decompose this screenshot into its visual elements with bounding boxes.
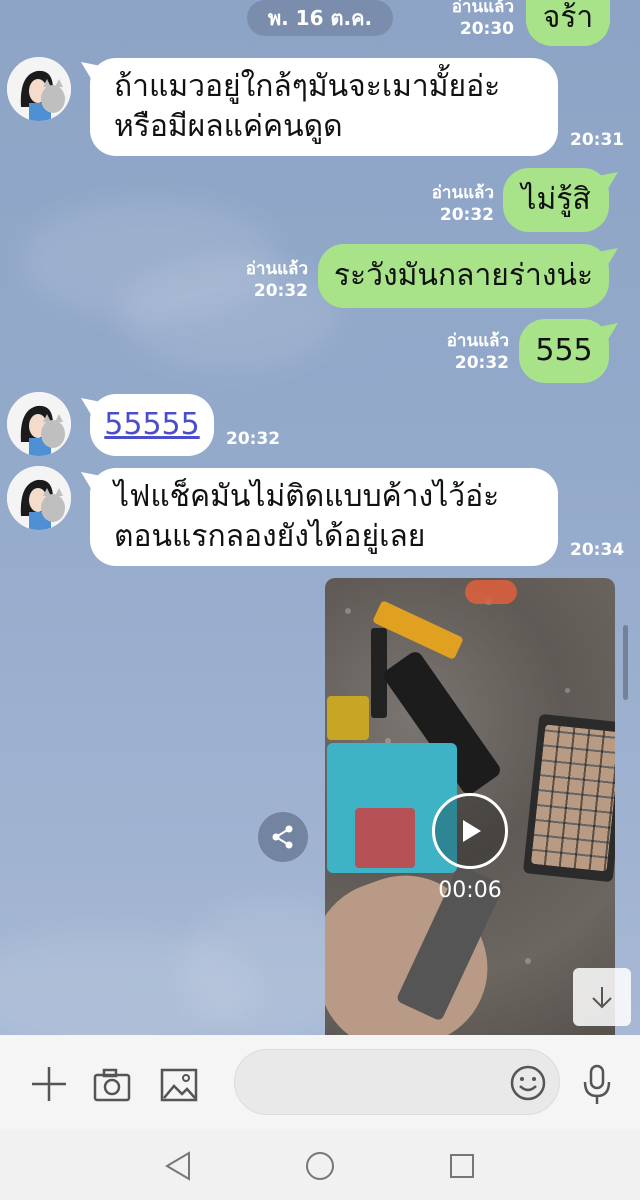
message-bubble-incoming[interactable]: ถ้าแมวอยู่ใกล้ๆมันจะเมามั้ยอ่ะ หรือมีผลแ… <box>90 58 558 156</box>
avatar[interactable] <box>7 466 71 530</box>
microphone-button[interactable] <box>578 1063 616 1107</box>
message-text: ไฟแช็คมันไม่ติดแบบค้างไว้อ่ะ <box>114 479 500 514</box>
nav-home-icon <box>306 1152 334 1180</box>
scroll-to-bottom-button[interactable] <box>573 968 631 1026</box>
arrow-down-icon <box>592 987 612 1009</box>
nav-back-icon <box>165 1151 190 1181</box>
image-icon <box>160 1068 198 1102</box>
message-text: ไม่รู้สิ <box>521 182 591 217</box>
date-divider: พ. 16 ต.ค. <box>247 0 393 36</box>
share-button[interactable] <box>258 812 308 862</box>
gallery-button[interactable] <box>158 1065 200 1105</box>
message-time: 20:32 <box>226 429 281 449</box>
microphone-icon <box>583 1064 611 1104</box>
message-bubble-incoming[interactable]: 55555 <box>90 394 214 456</box>
message-text: ถ้าแมวอยู่ใกล้ๆมันจะเมามั้ยอ่ะ <box>114 69 501 104</box>
scrollbar[interactable] <box>623 625 628 700</box>
camera-icon <box>93 1068 131 1102</box>
system-navigation-bar <box>0 1130 640 1200</box>
nav-back-button[interactable] <box>160 1148 196 1184</box>
read-receipt: อ่านแล้ว 20:30 <box>451 0 514 39</box>
nav-home-button[interactable] <box>302 1148 338 1184</box>
avatar[interactable] <box>7 57 71 121</box>
read-receipt: อ่านแล้ว 20:32 <box>245 259 308 301</box>
play-icon <box>463 820 481 842</box>
camera-button[interactable] <box>91 1065 133 1105</box>
message-link[interactable]: 55555 <box>104 405 199 445</box>
message-bubble-outgoing[interactable]: จร้า <box>526 0 610 46</box>
message-time: 20:31 <box>570 130 625 150</box>
message-text: 555 <box>535 333 593 368</box>
message-time: 20:34 <box>570 540 625 560</box>
message-bubble-incoming[interactable]: ไฟแช็คมันไม่ติดแบบค้างไว้อ่ะ ตอนแรกลองยั… <box>90 468 558 566</box>
chat-area[interactable]: พ. 16 ต.ค. อ่านแล้ว 20:30 จร้า ถ้าแมวอยู… <box>0 0 640 1035</box>
read-receipt: อ่านแล้ว 20:32 <box>431 183 494 225</box>
message-text: ตอนแรกลองยังได้อยู่เลย <box>114 519 426 554</box>
message-input-bar <box>0 1035 640 1130</box>
play-button[interactable] <box>432 793 508 869</box>
message-input[interactable] <box>234 1049 560 1115</box>
nav-recents-button[interactable] <box>444 1148 480 1184</box>
video-duration: 00:06 <box>438 878 502 903</box>
nav-recents-icon <box>450 1154 474 1178</box>
message-bubble-outgoing[interactable]: ระวังมันกลายร่างน่ะ <box>318 244 609 308</box>
message-text: จร้า <box>542 0 594 35</box>
share-icon <box>272 825 293 849</box>
message-bubble-outgoing[interactable]: ไม่รู้สิ <box>503 168 609 232</box>
message-text: หรือมีผลแค่คนดูด <box>114 109 343 144</box>
emoji-icon <box>510 1065 546 1101</box>
plus-icon <box>32 1067 66 1101</box>
emoji-button[interactable] <box>509 1064 547 1102</box>
plus-button[interactable] <box>28 1063 70 1105</box>
read-receipt: อ่านแล้ว 20:32 <box>446 331 509 373</box>
message-text: ระวังมันกลายร่างน่ะ <box>333 258 594 293</box>
message-bubble-outgoing[interactable]: 555 <box>519 319 609 383</box>
avatar[interactable] <box>7 392 71 456</box>
video-message[interactable]: 00:06 <box>325 578 615 1035</box>
